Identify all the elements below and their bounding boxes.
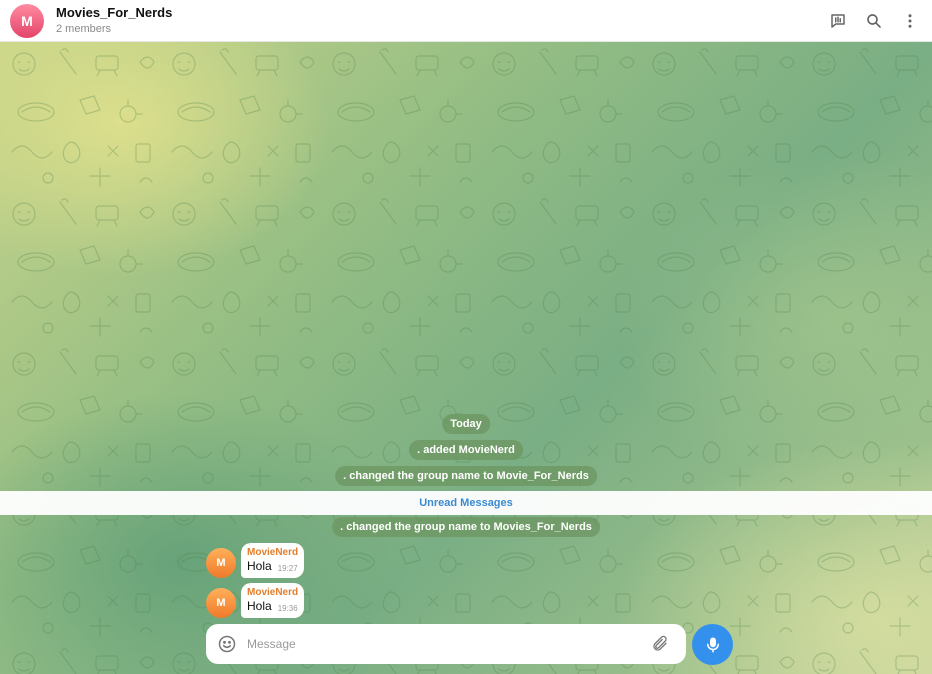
service-message-rename: . changed the group name to Movie_For_Ne… <box>335 466 597 486</box>
smile-icon[interactable] <box>217 634 237 654</box>
date-badge: Today <box>442 414 490 434</box>
search-icon <box>867 14 881 28</box>
search-button[interactable] <box>860 7 888 35</box>
message-time: 19:36 <box>277 604 298 613</box>
message-row: M MovieNerd Hola 19:27 <box>206 543 305 578</box>
message-input[interactable] <box>247 637 637 651</box>
service-added-prefix: . added <box>417 444 459 456</box>
message-bubble[interactable]: MovieNerd Hola 19:36 <box>241 583 305 618</box>
voice-record-button[interactable] <box>692 624 733 665</box>
microphone-icon <box>706 637 719 652</box>
chat-title[interactable]: Movies_For_Nerds <box>56 5 172 21</box>
doodle-pattern <box>0 42 932 674</box>
service-message-rename: . changed the group name to Movies_For_N… <box>332 517 600 537</box>
message-composer <box>206 624 686 664</box>
chat-background: Today . added MovieNerd . changed the gr… <box>0 42 932 674</box>
sender-name[interactable]: MovieNerd <box>247 586 298 599</box>
member-count: 2 members <box>56 23 112 35</box>
unread-separator: Unread Messages <box>0 491 932 515</box>
message-bubble[interactable]: MovieNerd Hola 19:27 <box>241 543 305 578</box>
chat-header: M Movies_For_Nerds 2 members <box>0 0 932 42</box>
message-text: Hola <box>247 599 272 613</box>
added-user-link[interactable]: MovieNerd <box>459 444 515 456</box>
more-vertical-icon <box>908 14 912 28</box>
chat-stats-button[interactable] <box>824 7 852 35</box>
paperclip-icon[interactable] <box>651 635 669 653</box>
avatar[interactable]: M <box>206 548 236 578</box>
message-text: Hola <box>247 559 272 573</box>
group-avatar[interactable]: M <box>10 3 44 38</box>
more-button[interactable] <box>896 7 924 35</box>
message-time: 19:27 <box>277 564 298 573</box>
message-row: M MovieNerd Hola 19:36 <box>206 583 305 618</box>
header-actions <box>816 7 924 35</box>
chat-stats-icon <box>831 14 845 28</box>
sender-name[interactable]: MovieNerd <box>247 546 298 559</box>
chat-info[interactable]: Movies_For_Nerds 2 members <box>56 5 172 36</box>
avatar[interactable]: M <box>206 588 236 618</box>
service-message-added: . added MovieNerd <box>409 440 523 460</box>
